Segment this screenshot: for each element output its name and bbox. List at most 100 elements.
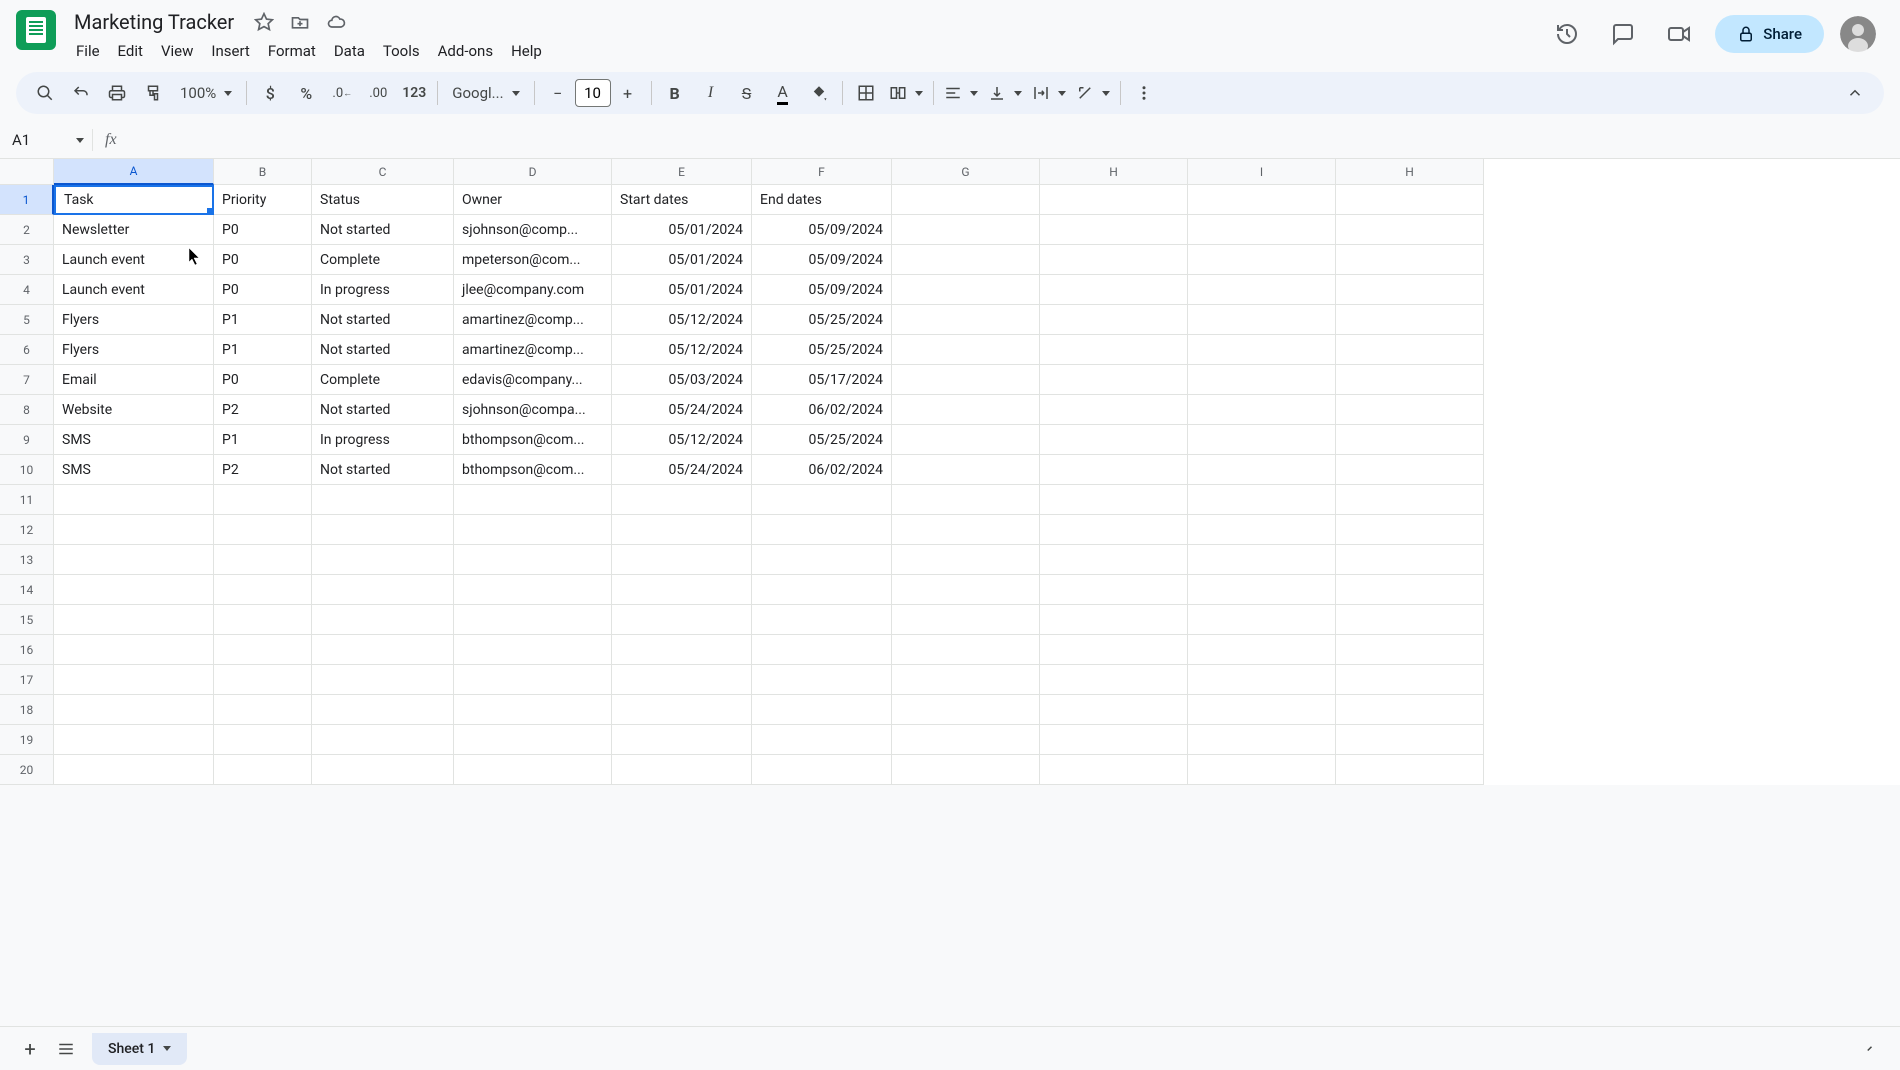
cell[interactable] xyxy=(752,485,892,515)
cell[interactable]: Priority xyxy=(214,185,312,215)
font-size-input[interactable] xyxy=(575,79,611,107)
cell[interactable] xyxy=(1040,335,1188,365)
cell[interactable] xyxy=(1040,575,1188,605)
cell[interactable] xyxy=(454,545,612,575)
cell[interactable]: 05/09/2024 xyxy=(752,275,892,305)
cell[interactable] xyxy=(612,635,752,665)
text-color-button[interactable]: A xyxy=(766,76,800,110)
rotation-dropdown[interactable] xyxy=(1072,76,1114,110)
cell[interactable] xyxy=(1040,695,1188,725)
cell[interactable] xyxy=(1188,455,1336,485)
cell[interactable] xyxy=(54,755,214,785)
column-header[interactable]: D xyxy=(454,159,612,185)
cell[interactable] xyxy=(1040,665,1188,695)
cell[interactable] xyxy=(752,725,892,755)
column-header[interactable]: A xyxy=(54,159,214,185)
cell[interactable]: P1 xyxy=(214,335,312,365)
cell[interactable] xyxy=(1188,425,1336,455)
menu-help[interactable]: Help xyxy=(503,38,550,64)
column-header[interactable]: G xyxy=(892,159,1040,185)
cell[interactable] xyxy=(1188,305,1336,335)
cell[interactable] xyxy=(892,215,1040,245)
menu-file[interactable]: File xyxy=(68,38,108,64)
cell[interactable] xyxy=(1040,245,1188,275)
search-button[interactable] xyxy=(28,76,62,110)
cell[interactable] xyxy=(312,515,454,545)
more-toolbar-button[interactable] xyxy=(1127,76,1161,110)
cell[interactable] xyxy=(1188,185,1336,215)
cell[interactable] xyxy=(752,695,892,725)
cell[interactable]: 05/25/2024 xyxy=(752,425,892,455)
cell[interactable]: amartinez@comp... xyxy=(454,335,612,365)
cell[interactable] xyxy=(892,305,1040,335)
cell[interactable] xyxy=(1040,755,1188,785)
cell[interactable]: Task xyxy=(54,185,214,215)
cell[interactable] xyxy=(612,755,752,785)
print-button[interactable] xyxy=(100,76,134,110)
menu-format[interactable]: Format xyxy=(260,38,324,64)
merge-dropdown[interactable] xyxy=(885,76,927,110)
cell[interactable] xyxy=(1336,245,1484,275)
column-header[interactable]: H xyxy=(1336,159,1484,185)
cell[interactable] xyxy=(1188,755,1336,785)
borders-button[interactable] xyxy=(849,76,883,110)
cell[interactable] xyxy=(1336,185,1484,215)
halign-dropdown[interactable] xyxy=(940,76,982,110)
cell[interactable]: mpeterson@com... xyxy=(454,245,612,275)
italic-button[interactable]: I xyxy=(694,76,728,110)
cell[interactable] xyxy=(892,755,1040,785)
row-header[interactable]: 11 xyxy=(0,485,54,515)
row-header[interactable]: 8 xyxy=(0,395,54,425)
cell[interactable] xyxy=(1040,275,1188,305)
spreadsheet-grid[interactable]: 1234567891011121314151617181920ABCDEFGHI… xyxy=(0,159,1900,785)
meet-icon[interactable] xyxy=(1659,14,1699,54)
history-icon[interactable] xyxy=(1547,14,1587,54)
cell[interactable]: SMS xyxy=(54,455,214,485)
cell[interactable] xyxy=(892,725,1040,755)
cell[interactable]: 05/24/2024 xyxy=(612,395,752,425)
cell[interactable]: Not started xyxy=(312,215,454,245)
cell[interactable]: amartinez@comp... xyxy=(454,305,612,335)
menu-addons[interactable]: Add-ons xyxy=(430,38,501,64)
cell[interactable] xyxy=(892,245,1040,275)
sheets-logo[interactable] xyxy=(16,10,56,50)
explore-button[interactable] xyxy=(1852,1031,1888,1067)
cell[interactable]: Owner xyxy=(454,185,612,215)
star-icon[interactable] xyxy=(252,10,276,34)
cell[interactable] xyxy=(612,575,752,605)
column-header[interactable]: I xyxy=(1188,159,1336,185)
cell[interactable] xyxy=(1188,605,1336,635)
cell[interactable] xyxy=(54,515,214,545)
share-button[interactable]: Share xyxy=(1715,15,1824,53)
bold-button[interactable]: B xyxy=(658,76,692,110)
currency-button[interactable]: $ xyxy=(253,76,287,110)
cell[interactable] xyxy=(892,545,1040,575)
cell[interactable]: P0 xyxy=(214,215,312,245)
cell[interactable] xyxy=(612,665,752,695)
collapse-toolbar-button[interactable] xyxy=(1838,76,1872,110)
row-header[interactable]: 1 xyxy=(0,185,54,215)
cell[interactable]: P0 xyxy=(214,275,312,305)
cell[interactable] xyxy=(892,695,1040,725)
cloud-status-icon[interactable] xyxy=(324,10,348,34)
column-header[interactable]: E xyxy=(612,159,752,185)
cell[interactable]: P1 xyxy=(214,305,312,335)
cell[interactable] xyxy=(1040,365,1188,395)
increase-font-button[interactable]: + xyxy=(611,76,645,110)
cell[interactable] xyxy=(612,545,752,575)
cell[interactable] xyxy=(1188,245,1336,275)
cell[interactable] xyxy=(454,695,612,725)
cell[interactable] xyxy=(214,545,312,575)
cell[interactable]: Not started xyxy=(312,335,454,365)
cell[interactable] xyxy=(312,695,454,725)
cell[interactable] xyxy=(454,515,612,545)
increase-decimal-button[interactable]: .00 xyxy=(361,76,395,110)
paint-format-button[interactable] xyxy=(136,76,170,110)
cell[interactable] xyxy=(1336,425,1484,455)
cell[interactable] xyxy=(612,605,752,635)
valign-dropdown[interactable] xyxy=(984,76,1026,110)
fill-color-button[interactable] xyxy=(802,76,836,110)
cell[interactable] xyxy=(1336,515,1484,545)
cell[interactable] xyxy=(454,665,612,695)
cell[interactable] xyxy=(892,455,1040,485)
